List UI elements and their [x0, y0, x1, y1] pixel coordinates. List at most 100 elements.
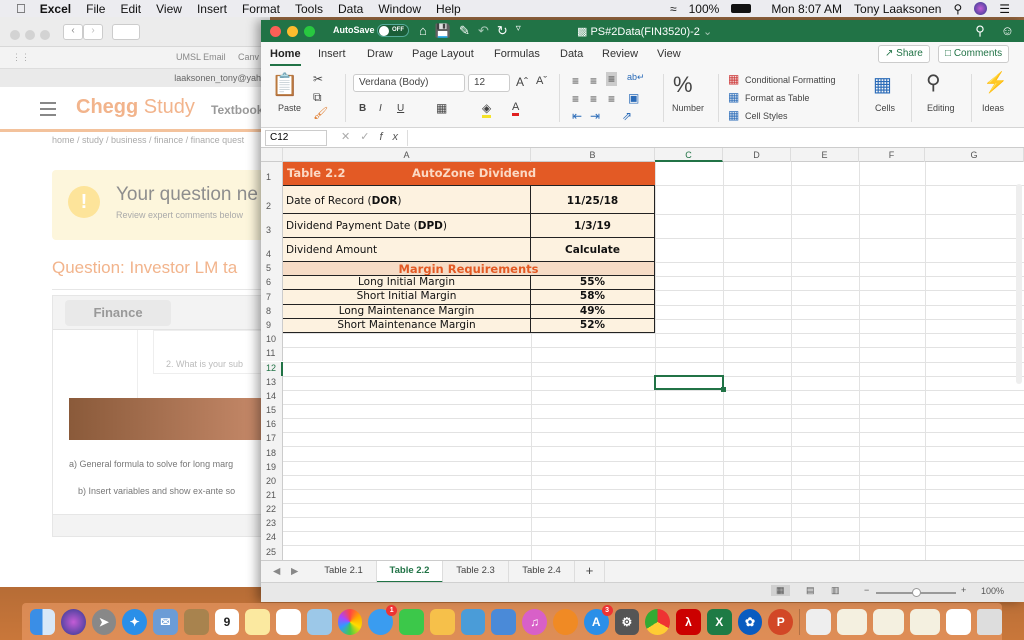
messages-icon[interactable]: 1 — [368, 604, 398, 635]
align-left-icon[interactable]: ≡ — [572, 92, 579, 106]
save-icon[interactable]: 💾 — [435, 23, 451, 39]
downloads-stack-icon[interactable] — [946, 608, 972, 635]
feedback-smiley-icon[interactable]: ☺ — [1001, 23, 1014, 39]
next-sheet-icon[interactable]: ▶ — [291, 566, 298, 577]
menu-window[interactable]: Window — [378, 2, 421, 16]
zoom-level[interactable]: 100% — [981, 586, 1004, 596]
clock[interactable]: Mon 8:07 AM — [771, 2, 842, 16]
pages-icon[interactable] — [429, 608, 455, 635]
menu-format[interactable]: Format — [242, 2, 280, 16]
function-fx-icon[interactable]: fx — [379, 131, 408, 143]
tab-page-layout[interactable]: Page Layout — [412, 48, 474, 60]
excel-dock-icon[interactable]: X — [706, 608, 732, 635]
selected-cell-c12[interactable] — [654, 375, 726, 392]
acrobat-icon[interactable]: λ — [676, 608, 701, 635]
numbers-icon[interactable] — [460, 608, 486, 635]
sidebar-toggle-icon[interactable] — [112, 24, 140, 40]
row-header-18[interactable]: 18 — [261, 446, 283, 461]
column-header-d[interactable]: D — [723, 148, 791, 162]
increase-indent-icon[interactable]: ⇥ — [590, 109, 600, 123]
align-right-icon[interactable]: ≡ — [608, 92, 615, 106]
row-header-8[interactable]: 8 — [261, 304, 283, 319]
comments-button[interactable]: □ Comments — [938, 45, 1010, 63]
reminders-icon[interactable] — [276, 608, 301, 635]
menu-data[interactable]: Data — [338, 2, 363, 16]
recent-document-4[interactable] — [909, 608, 941, 635]
tab-view[interactable]: View — [657, 48, 681, 60]
siri-icon[interactable] — [974, 2, 988, 15]
font-color-icon[interactable]: A — [512, 101, 520, 116]
close-button[interactable] — [270, 26, 281, 37]
home-icon[interactable]: ⌂ — [419, 23, 427, 39]
contacts-icon[interactable] — [183, 608, 209, 635]
edit-icon[interactable]: ✎ — [459, 23, 470, 39]
format-as-table-button[interactable]: Format as Table — [745, 93, 809, 103]
cut-icon[interactable]: ✂ — [313, 72, 323, 86]
row-header-24[interactable]: 24 — [261, 531, 283, 546]
cell-b2[interactable]: 11/25/18 — [531, 185, 655, 214]
subject-tab-finance[interactable]: Finance — [65, 300, 171, 326]
font-size-select[interactable]: 12 — [468, 74, 510, 92]
notes-icon[interactable] — [245, 608, 271, 635]
maps-icon[interactable] — [306, 608, 332, 635]
ideas-label[interactable]: Ideas — [982, 103, 1004, 113]
undo-icon[interactable]: ↶ — [478, 23, 489, 39]
row-header-3[interactable]: 3 — [261, 214, 283, 238]
align-center-icon[interactable]: ≡ — [590, 92, 597, 106]
cell-b3[interactable]: 1/3/19 — [531, 214, 655, 238]
menu-app-name[interactable]: Excel — [40, 2, 71, 16]
cell-b4[interactable]: Calculate — [531, 238, 655, 262]
hamburger-menu-icon[interactable] — [40, 102, 56, 116]
prev-sheet-icon[interactable]: ◀ — [273, 566, 280, 577]
row-header-5[interactable]: 5 — [261, 262, 283, 276]
zoom-slider-thumb[interactable] — [912, 588, 921, 597]
itunes-icon[interactable]: ♫ — [522, 608, 548, 635]
cell-a2[interactable]: Date of Record (DOR) — [283, 185, 531, 214]
sheet-tab-table-2-1[interactable]: Table 2.1 — [311, 561, 377, 583]
bold-button[interactable]: B — [359, 103, 366, 114]
notification-center-icon[interactable]: ☰ — [999, 2, 1010, 16]
align-middle-icon[interactable]: ≡ — [590, 74, 597, 88]
row-header-21[interactable]: 21 — [261, 488, 283, 503]
increase-font-icon[interactable]: Aˆ — [516, 75, 528, 89]
recent-document-1[interactable] — [806, 608, 831, 635]
row-header-16[interactable]: 16 — [261, 418, 283, 433]
video-app-icon[interactable]: ✿ — [737, 608, 763, 635]
chrome-icon[interactable] — [645, 608, 671, 635]
keynote-icon[interactable] — [491, 608, 517, 635]
row-header-23[interactable]: 23 — [261, 517, 283, 532]
cell-styles-button[interactable]: Cell Styles — [745, 111, 788, 121]
cancel-icon[interactable]: ✕ — [341, 131, 360, 143]
italic-button[interactable]: I — [379, 103, 382, 114]
format-painter-icon[interactable]: 🖌 — [313, 106, 328, 120]
siri-dock-icon[interactable] — [60, 608, 86, 635]
cell-a4[interactable]: Dividend Amount — [283, 238, 531, 262]
underline-button[interactable]: U — [397, 103, 404, 114]
user-name[interactable]: Tony Laaksonen — [854, 2, 941, 16]
menu-file[interactable]: File — [86, 2, 105, 16]
formula-input[interactable] — [407, 130, 1014, 146]
editing-search-icon[interactable]: ⚲ — [926, 70, 941, 95]
search-icon[interactable]: ⚲ — [975, 23, 985, 39]
customize-toolbar-icon[interactable]: ▿ — [516, 23, 521, 39]
menu-help[interactable]: Help — [436, 2, 461, 16]
margin-label-cell[interactable]: Long Initial Margin — [283, 276, 531, 291]
cell-styles-icon[interactable]: ▦ — [728, 108, 739, 122]
row-header-20[interactable]: 20 — [261, 474, 283, 489]
trash-icon[interactable] — [977, 608, 1002, 635]
row-header-1[interactable]: 1 — [261, 162, 283, 185]
borders-icon[interactable]: ▦ — [436, 101, 447, 115]
row-header-12[interactable]: 12 — [261, 361, 283, 376]
row-header-7[interactable]: 7 — [261, 290, 283, 305]
photos-icon[interactable] — [337, 608, 363, 635]
row-header-11[interactable]: 11 — [261, 347, 283, 362]
copy-icon[interactable]: ⧉ — [313, 90, 322, 105]
add-sheet-button[interactable]: + — [575, 561, 605, 583]
align-bottom-icon[interactable]: ≡ — [606, 72, 618, 86]
font-name-select[interactable]: Verdana (Body) — [353, 74, 465, 92]
window-controls-inactive[interactable] — [10, 27, 55, 45]
row-header-13[interactable]: 13 — [261, 375, 283, 390]
row-header-22[interactable]: 22 — [261, 503, 283, 518]
sheet-tab-table-2-2[interactable]: Table 2.2 — [377, 561, 443, 583]
margin-value-cell[interactable]: 55% — [531, 276, 655, 291]
